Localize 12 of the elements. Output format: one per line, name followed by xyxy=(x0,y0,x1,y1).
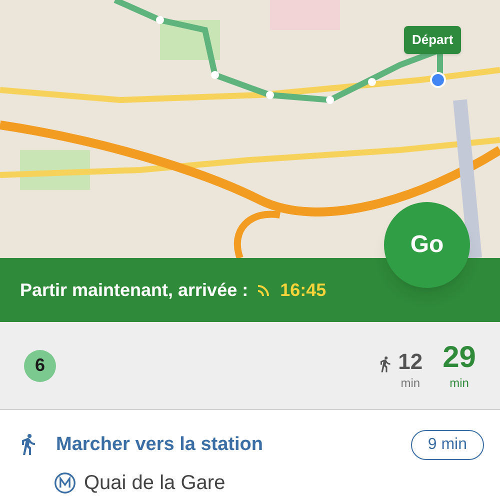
line-badge: 6 xyxy=(24,350,56,382)
total-minutes: 29 xyxy=(442,342,476,372)
walk-unit: min xyxy=(400,376,420,388)
duration-pill: 9 min xyxy=(410,430,484,460)
start-marker: Départ xyxy=(404,26,462,54)
total-unit: min xyxy=(450,376,469,388)
station-name: Quai de la Gare xyxy=(84,471,226,496)
metro-icon xyxy=(54,472,76,494)
arrival-time: 16:45 xyxy=(280,278,326,302)
departure-text: Partir maintenant, arrivée : xyxy=(20,278,248,302)
walk-minutes: 12 xyxy=(398,350,423,372)
step-title: Marcher vers la station xyxy=(56,432,263,457)
